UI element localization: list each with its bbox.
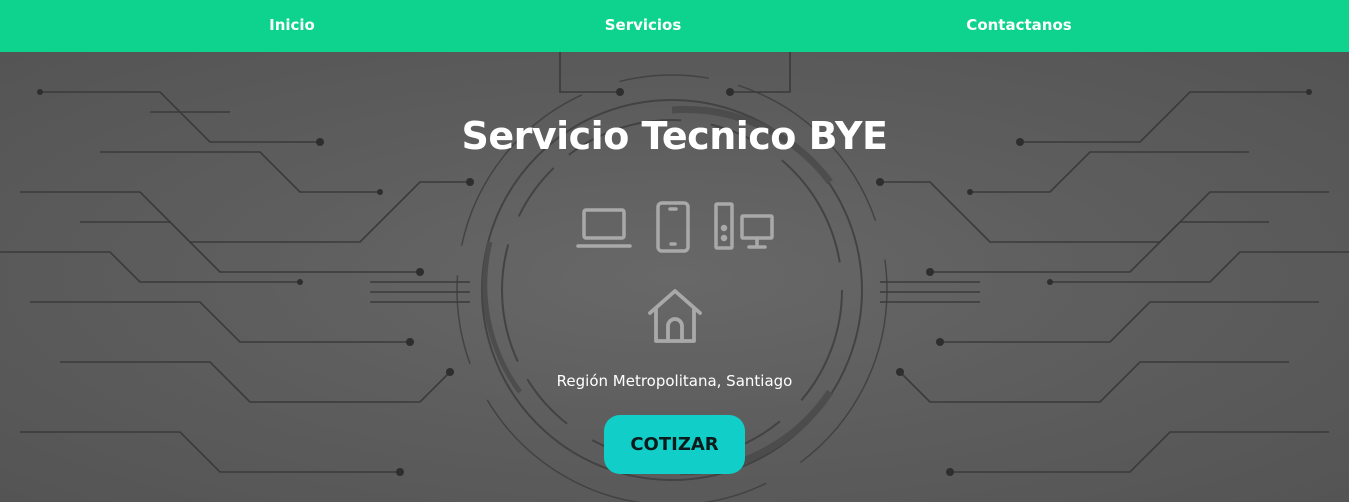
top-navbar: Inicio Servicios Contactanos xyxy=(0,0,1349,52)
hero-section: Servicio Tecnico BYE Región Metropolitan… xyxy=(0,52,1349,502)
laptop-icon xyxy=(576,208,632,248)
cotizar-button[interactable]: COTIZAR xyxy=(604,415,745,474)
location-text: Región Metropolitana, Santiago xyxy=(556,372,793,390)
page-title: Servicio Tecnico BYE xyxy=(461,114,888,158)
nav-link-servicios[interactable]: Servicios xyxy=(605,0,682,52)
desktop-computer-icon xyxy=(714,202,774,250)
nav-link-contactanos[interactable]: Contactanos xyxy=(966,0,1071,52)
nav-link-inicio[interactable]: Inicio xyxy=(269,0,315,52)
device-icons xyxy=(576,200,776,260)
home-icon xyxy=(645,286,705,350)
smartphone-icon xyxy=(656,201,690,253)
